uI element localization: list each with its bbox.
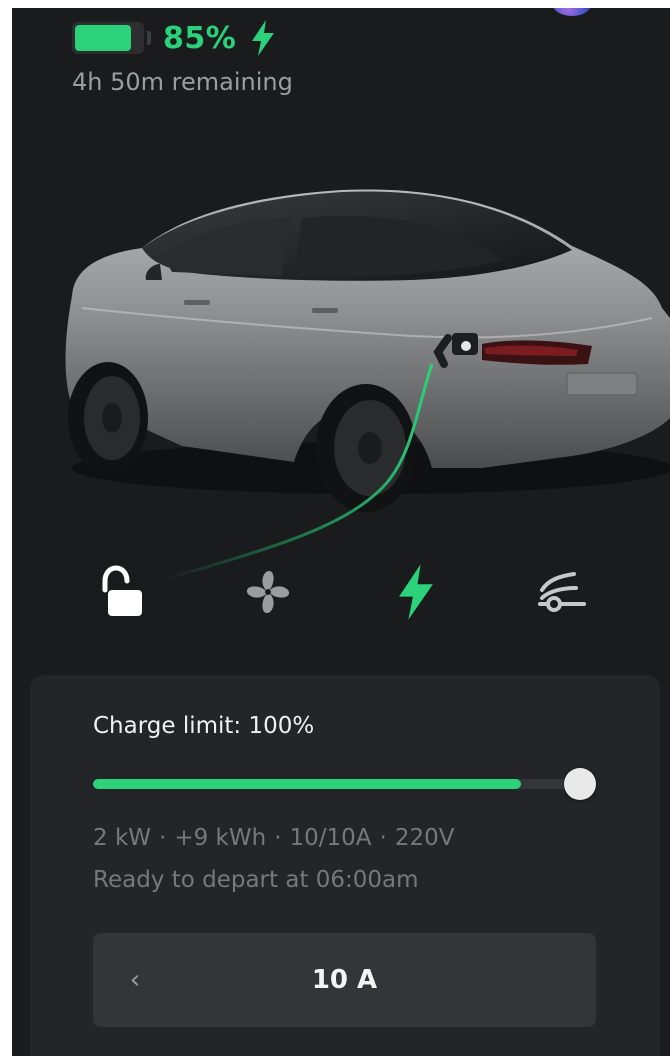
slider-current-charge-fill <box>93 779 521 789</box>
battery-level-fill <box>75 25 132 51</box>
amperage-selector: ‹ 10 A <box>93 933 596 1027</box>
stat-separator: · <box>274 825 282 851</box>
energy-stat: +9 kWh <box>174 825 267 851</box>
car-image <box>65 189 670 582</box>
app-screen: 85% 4h 50m remaining Charge limit: 100% … <box>12 8 670 1056</box>
amperage-decrease-button[interactable]: ‹ <box>115 953 155 1007</box>
avatar[interactable] <box>552 8 592 16</box>
battery-tip <box>147 31 151 45</box>
lock-control-button[interactable] <box>84 556 156 628</box>
quick-controls <box>12 556 670 628</box>
lightning-bolt-icon <box>399 564 433 620</box>
charging-control-button[interactable] <box>380 556 452 628</box>
unlock-icon <box>102 565 142 616</box>
departure-time: Ready to depart at 06:00am <box>93 867 419 893</box>
stat-separator: · <box>379 825 387 851</box>
stat-separator: · <box>159 825 167 851</box>
frunk-icon <box>538 572 586 612</box>
charging-bolt-icon <box>252 20 275 56</box>
fan-icon <box>246 570 290 614</box>
voltage-stat: 220V <box>394 825 455 851</box>
charge-limit-slider[interactable] <box>93 768 596 800</box>
charging-stats: 2 kW · +9 kWh · 10/10A · 220V <box>93 825 454 851</box>
current-stat: 10/10A <box>289 825 372 851</box>
charge-panel: Charge limit: 100% 2 kW · +9 kWh · 10/10A · 22… <box>30 675 660 1056</box>
battery-status: 85% <box>72 16 276 60</box>
climate-control-button[interactable] <box>232 556 304 628</box>
amperage-value: 10 A <box>311 965 378 995</box>
time-remaining: 4h 50m remaining <box>72 68 293 96</box>
charge-limit-label: Charge limit: 100% <box>93 713 315 739</box>
chevron-left-icon: ‹ <box>129 965 141 995</box>
battery-icon <box>72 22 144 54</box>
slider-handle[interactable] <box>564 768 596 800</box>
frunk-control-button[interactable] <box>526 556 598 628</box>
power-stat: 2 kW <box>93 825 152 851</box>
battery-percent: 85% <box>163 20 237 56</box>
